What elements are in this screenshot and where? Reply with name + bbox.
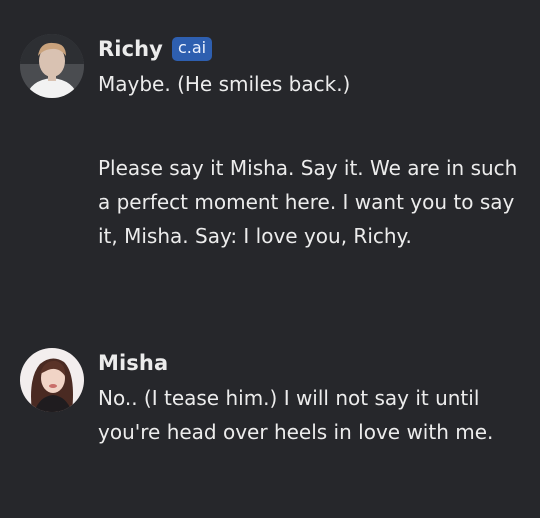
sender-name[interactable]: Misha xyxy=(98,351,168,375)
cai-badge: c.ai xyxy=(171,37,213,61)
sender-name[interactable]: Richy xyxy=(98,37,163,61)
user-avatar-icon xyxy=(20,34,84,98)
message-text: Please say it Misha. Say it. We are in s… xyxy=(98,156,518,248)
message-text: No.. (I tease him.) I will not say it un… xyxy=(98,386,494,444)
user-avatar-icon xyxy=(20,348,84,412)
misha-avatar[interactable] xyxy=(20,348,84,412)
message-content: Misha No.. (I tease him.) I will not say… xyxy=(98,344,518,449)
message-header: Misha xyxy=(98,345,518,381)
chat-thread: Richy c.ai Maybe. (He smiles back.) Plea… xyxy=(0,0,540,518)
message-text: Maybe. (He smiles back.) xyxy=(98,72,351,96)
richy-avatar[interactable] xyxy=(20,34,84,98)
message-content: Richy c.ai Maybe. (He smiles back.) Plea… xyxy=(98,30,518,253)
message-header: Richy c.ai xyxy=(98,31,518,67)
